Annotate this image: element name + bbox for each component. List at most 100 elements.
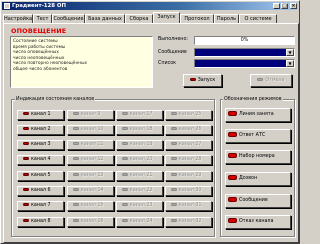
- channel-20-button[interactable]: канал 20: [116, 155, 163, 165]
- channel-12-button[interactable]: канал 12: [67, 155, 114, 165]
- chevron-down-icon[interactable]: ▼: [286, 60, 294, 67]
- phone-icon: [228, 218, 237, 223]
- phone-icon: [122, 127, 128, 130]
- phone-icon: [73, 127, 79, 130]
- status-line: общее число абонентов: [13, 66, 68, 72]
- channel-15-button[interactable]: канал 15: [67, 201, 114, 211]
- phone-icon: [23, 127, 29, 130]
- channel-1-button[interactable]: канал 1: [17, 110, 64, 120]
- phone-icon: [23, 203, 29, 206]
- phone-icon: [171, 219, 177, 222]
- phone-icon: [73, 142, 79, 145]
- channel-10-button[interactable]: канал 10: [67, 125, 114, 135]
- legend-line-busy[interactable]: Линия занята: [225, 108, 291, 122]
- phone-icon: [228, 153, 237, 158]
- tab-about[interactable]: О системе: [239, 14, 277, 23]
- phone-icon: [23, 188, 29, 191]
- phone-icon: [171, 142, 177, 145]
- legend-channel-failure[interactable]: Отказ канала: [225, 215, 291, 229]
- channel-8-button[interactable]: канал 8: [17, 217, 64, 227]
- channel-3-button[interactable]: канал 3: [17, 140, 64, 150]
- tab-database[interactable]: База данных: [85, 14, 125, 23]
- phone-icon: [228, 111, 237, 116]
- chevron-down-icon[interactable]: ▼: [286, 49, 294, 56]
- channel-19-button[interactable]: канал 19: [116, 140, 163, 150]
- tab-assembly[interactable]: Сборка: [125, 14, 153, 23]
- cancel-button[interactable]: Отмена: [250, 74, 292, 87]
- phone-icon: [122, 188, 128, 191]
- title-bar: Градиент-128 ОП _ □ ×: [2, 2, 298, 10]
- legend-dialing[interactable]: Набор номера: [225, 150, 291, 164]
- channel-28-button[interactable]: канал 28: [165, 155, 212, 165]
- channel-4-button[interactable]: канал 4: [17, 155, 64, 165]
- channel-30-button[interactable]: канал 30: [165, 186, 212, 196]
- phone-icon: [73, 112, 79, 115]
- progress-value: 0%: [240, 38, 249, 43]
- phone-icon: [228, 132, 237, 137]
- tab-settings[interactable]: Настройка: [3, 14, 33, 23]
- phone-icon: [122, 112, 128, 115]
- channel-18-button[interactable]: канал 18: [116, 125, 163, 135]
- channel-24-button[interactable]: канал 24: [116, 217, 163, 227]
- list-label: Список: [158, 61, 177, 66]
- legend-ats-answer[interactable]: Ответ АТС: [225, 129, 291, 143]
- app-icon: [4, 3, 10, 9]
- channel-9-button[interactable]: канал 9: [67, 110, 114, 120]
- legend-message[interactable]: Сообщение: [225, 194, 291, 208]
- channel-16-button[interactable]: канал 16: [67, 217, 114, 227]
- legend-calling[interactable]: Дозвон: [225, 172, 291, 186]
- phone-icon: [23, 112, 29, 115]
- status-box: Состояние системы время работы системы ч…: [10, 36, 153, 88]
- legend-group-title: Обозначения режимов: [223, 97, 283, 102]
- list-select[interactable]: ▼: [194, 59, 295, 68]
- phone-icon: [73, 203, 79, 206]
- phone-icon: [23, 173, 29, 176]
- phone-icon: [73, 173, 79, 176]
- tab-test[interactable]: Тест: [33, 14, 52, 23]
- phone-icon: [73, 188, 79, 191]
- phone-icon: [122, 142, 128, 145]
- channel-6-button[interactable]: канал 6: [17, 186, 64, 196]
- phone-icon: [171, 157, 177, 160]
- progress-label: Выполнено:: [158, 37, 188, 42]
- minimize-button[interactable]: _: [273, 3, 280, 9]
- tab-message[interactable]: Сообщение: [52, 14, 85, 23]
- channel-26-button[interactable]: канал 26: [165, 125, 212, 135]
- close-button[interactable]: ×: [290, 3, 297, 9]
- main-window: Градиент-128 ОП _ □ × Настройка Тест Соо…: [0, 0, 300, 244]
- start-button[interactable]: Запуск: [183, 74, 222, 87]
- channel-31-button[interactable]: канал 31: [165, 201, 212, 211]
- tab-strip: Настройка Тест Сообщение База данных Сбо…: [3, 12, 299, 23]
- phone-icon: [257, 78, 264, 81]
- tab-protocol[interactable]: Протокол: [180, 14, 214, 23]
- channel-23-button[interactable]: канал 23: [116, 201, 163, 211]
- phone-icon: [122, 173, 128, 176]
- message-select[interactable]: ▼: [194, 48, 295, 57]
- channel-2-button[interactable]: канал 2: [17, 125, 64, 135]
- channel-27-button[interactable]: канал 27: [165, 140, 212, 150]
- tab-launch[interactable]: Запуск: [153, 12, 180, 23]
- phone-icon: [171, 127, 177, 130]
- phone-icon: [23, 157, 29, 160]
- channel-21-button[interactable]: канал 21: [116, 171, 163, 181]
- phone-icon: [122, 157, 128, 160]
- channel-5-button[interactable]: канал 5: [17, 171, 64, 181]
- channel-7-button[interactable]: канал 7: [17, 201, 64, 211]
- maximize-button[interactable]: □: [281, 3, 288, 9]
- phone-icon: [73, 157, 79, 160]
- channel-11-button[interactable]: канал 11: [67, 140, 114, 150]
- channel-29-button[interactable]: канал 29: [165, 171, 212, 181]
- window-title: Градиент-128 ОП: [12, 3, 67, 9]
- channel-22-button[interactable]: канал 22: [116, 186, 163, 196]
- channel-32-button[interactable]: канал 32: [165, 217, 212, 227]
- channels-group-title: Индикация состояния каналов: [15, 97, 96, 102]
- channel-14-button[interactable]: канал 14: [67, 186, 114, 196]
- channel-25-button[interactable]: канал 25: [165, 110, 212, 120]
- phone-icon: [73, 219, 79, 222]
- channel-13-button[interactable]: канал 13: [67, 171, 114, 181]
- tab-password[interactable]: Пароль: [214, 14, 239, 23]
- phone-icon: [122, 219, 128, 222]
- channel-17-button[interactable]: канал 17: [116, 110, 163, 120]
- phone-icon: [171, 188, 177, 191]
- phone-icon: [228, 175, 237, 180]
